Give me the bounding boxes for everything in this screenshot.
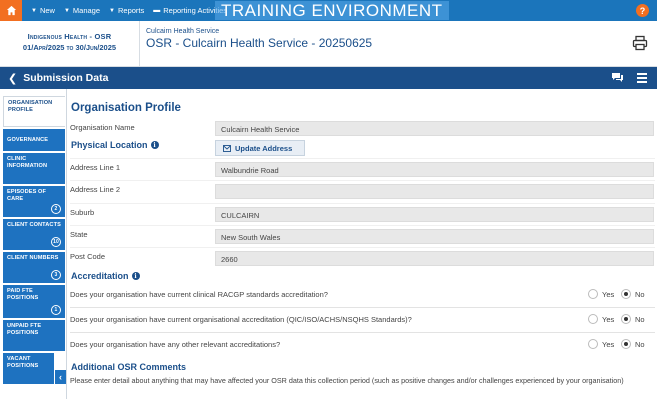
back-chevron-icon[interactable]: ❮ bbox=[8, 72, 17, 85]
error-count-badge: 3 bbox=[51, 270, 61, 280]
accreditation-question-row: Does your organisation have any other re… bbox=[70, 333, 655, 357]
manage-menu[interactable]: ▼ Manage bbox=[64, 6, 100, 15]
submission-data-title: Submission Data bbox=[23, 72, 109, 84]
state-field: New South Wales bbox=[215, 229, 654, 244]
collection-period: 01/Apr/2025 to 30/Jun/2025 bbox=[22, 43, 117, 52]
yes-radio[interactable]: Yes bbox=[588, 289, 614, 299]
reporting-period-block: Indigenous Health - OSR 01/Apr/2025 to 3… bbox=[0, 21, 140, 67]
suburb-field: CULCAIRN bbox=[215, 207, 654, 222]
accreditation-question-row: Does your organisation have current clin… bbox=[70, 283, 655, 307]
suburb-label: Suburb bbox=[70, 208, 95, 217]
radio-icon bbox=[588, 314, 598, 324]
home-icon bbox=[6, 5, 16, 16]
organisation-profile-panel: Organisation Profile Organisation Name C… bbox=[66, 89, 657, 399]
training-environment-banner: TRAINING ENVIRONMENT bbox=[215, 1, 449, 20]
tab-vacant-positions[interactable]: Vacant Positions bbox=[3, 353, 54, 384]
physical-location-heading: Physical Location i bbox=[71, 140, 159, 150]
tab-clinic-information[interactable]: Clinic Information bbox=[3, 153, 65, 184]
tab-governance[interactable]: Governance bbox=[3, 129, 65, 151]
reports-menu[interactable]: ▼ Reports bbox=[109, 6, 144, 15]
submission-data-bar: ❮ Submission Data bbox=[0, 67, 657, 89]
folder-icon: ▬ bbox=[153, 7, 161, 14]
error-count-badge: 1 bbox=[51, 305, 61, 315]
section-heading: Organisation Profile bbox=[71, 102, 181, 114]
error-count-badge: 2 bbox=[51, 204, 61, 214]
top-nav-bar: ▼ New ▼ Manage ▼ Reports ▬ Reporting Activit… bbox=[0, 0, 657, 21]
org-name-label: Organisation Name bbox=[70, 123, 135, 132]
state-label: State bbox=[70, 230, 88, 239]
new-menu[interactable]: ▼ New bbox=[31, 6, 55, 15]
caret-down-icon: ▼ bbox=[31, 7, 37, 14]
help-button[interactable]: ? bbox=[636, 4, 649, 17]
additional-comments-heading: Additional OSR Comments bbox=[71, 362, 187, 372]
info-icon[interactable]: i bbox=[150, 141, 159, 149]
caret-down-icon: ▼ bbox=[109, 7, 115, 14]
radio-icon bbox=[588, 339, 598, 349]
update-address-button[interactable]: Update Address bbox=[215, 140, 305, 156]
address-line1-field: Walbundrie Road bbox=[215, 162, 654, 177]
home-button[interactable] bbox=[0, 0, 22, 21]
tab-paid-fte-positions[interactable]: Paid FTE Positions 1 bbox=[3, 285, 65, 318]
hamburger-menu-icon[interactable] bbox=[637, 73, 647, 83]
question-text: Does your organisation have current clin… bbox=[70, 290, 328, 299]
tab-unpaid-fte-positions[interactable]: Unpaid FTE Positions bbox=[3, 320, 65, 351]
caret-down-icon: ▼ bbox=[63, 7, 70, 14]
print-icon[interactable] bbox=[632, 35, 648, 51]
info-icon[interactable]: i bbox=[131, 272, 140, 280]
radio-icon bbox=[588, 289, 598, 299]
comments-icon[interactable] bbox=[611, 72, 624, 83]
error-count-badge: 10 bbox=[51, 237, 61, 247]
question-text: Does your organisation have any other re… bbox=[70, 340, 281, 349]
no-radio[interactable]: No bbox=[621, 289, 645, 299]
yes-radio[interactable]: Yes bbox=[588, 339, 614, 349]
tab-organisation-profile[interactable]: Organisation Profile bbox=[3, 96, 65, 127]
form-header: Indigenous Health - OSR 01/Apr/2025 to 3… bbox=[0, 21, 657, 67]
address-line2-field bbox=[215, 184, 654, 199]
yes-radio[interactable]: Yes bbox=[588, 314, 614, 324]
accreditation-question-row: Does your organisation have current orga… bbox=[70, 308, 655, 332]
postcode-field: 2660 bbox=[215, 251, 654, 266]
tab-client-contacts[interactable]: Client Contacts 10 bbox=[3, 219, 65, 250]
radio-selected-icon bbox=[621, 289, 631, 299]
no-radio[interactable]: No bbox=[621, 314, 645, 324]
tab-episodes-of-care[interactable]: Episodes of Care 2 bbox=[3, 186, 65, 217]
radio-selected-icon bbox=[621, 339, 631, 349]
radio-selected-icon bbox=[621, 314, 631, 324]
tab-client-numbers[interactable]: Client Numbers 3 bbox=[3, 252, 65, 283]
envelope-icon bbox=[223, 144, 231, 152]
no-radio[interactable]: No bbox=[621, 339, 645, 349]
address-line2-label: Address Line 2 bbox=[70, 185, 121, 194]
address-line1-label: Address Line 1 bbox=[70, 163, 121, 172]
form-title-block: Culcairn Health Service OSR - Culcairn H… bbox=[146, 28, 372, 50]
comments-prompt: Please enter detail about anything that … bbox=[70, 376, 624, 385]
accreditation-heading: Accreditation i bbox=[71, 271, 140, 281]
postcode-label: Post Code bbox=[70, 252, 106, 261]
org-name-field: Culcairn Health Service bbox=[215, 121, 654, 136]
section-tabs: Organisation Profile Governance Clinic I… bbox=[0, 89, 66, 399]
collection-name: Indigenous Health - OSR bbox=[27, 32, 112, 41]
question-text: Does your organisation have current orga… bbox=[70, 315, 412, 324]
collapse-tabs-chevron-icon[interactable]: ‹ bbox=[55, 370, 66, 384]
form-title: OSR - Culcairn Health Service - 20250625 bbox=[146, 36, 373, 50]
service-name: Culcairn Health Service bbox=[146, 28, 220, 35]
